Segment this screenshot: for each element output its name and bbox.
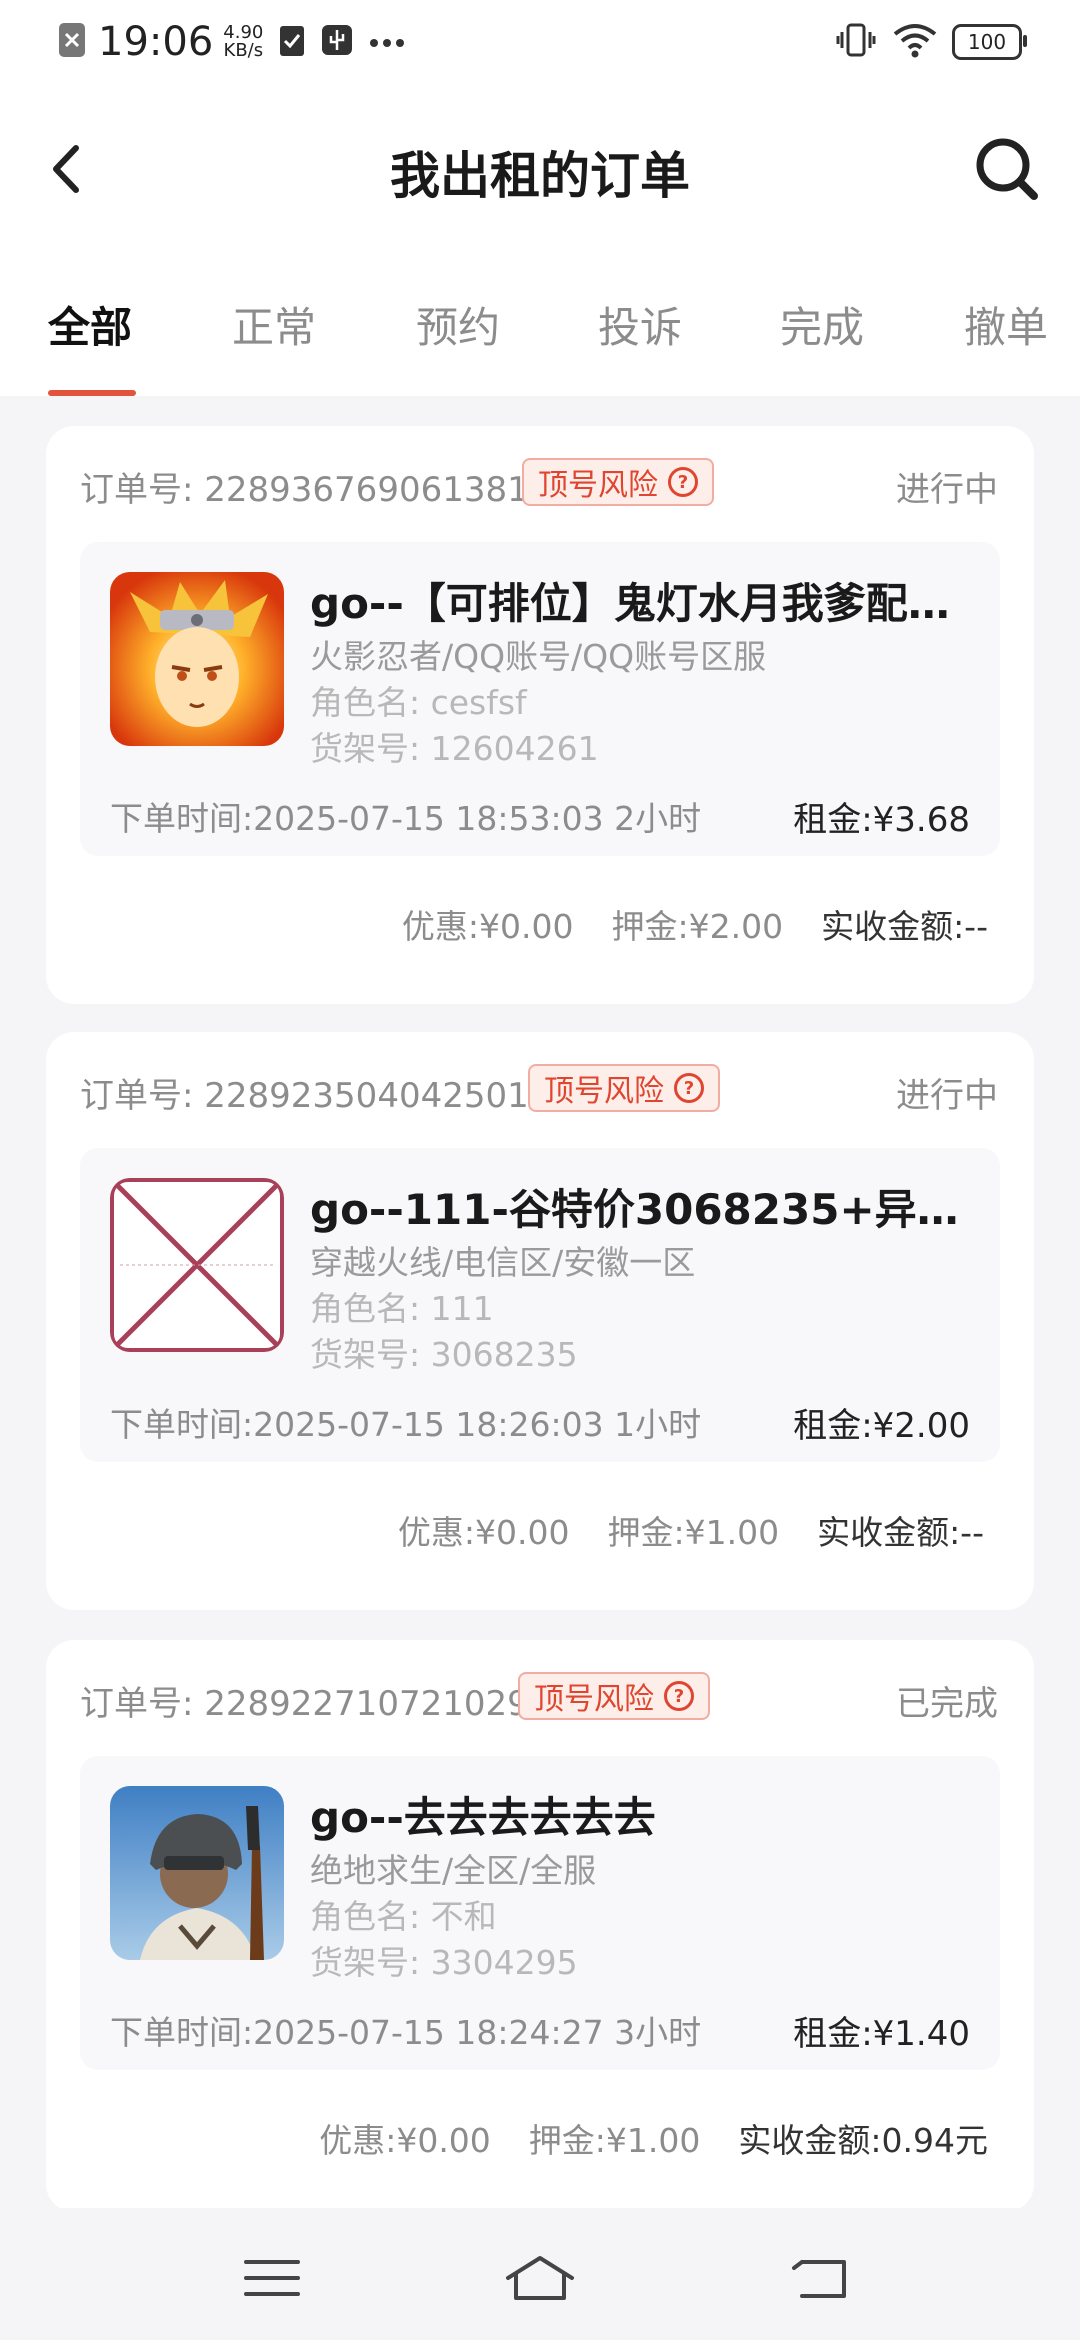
rent-amount: 租金:¥3.68 bbox=[793, 800, 970, 840]
order-time: 下单时间:2025-07-15 18:26:03 1小时 bbox=[110, 1405, 702, 1444]
discount-amount: 优惠:¥0.00 bbox=[397, 1513, 570, 1552]
deposit-amount: 押金:¥1.00 bbox=[528, 2121, 701, 2160]
active-tab-indicator bbox=[48, 390, 136, 396]
menu-lines-icon bbox=[244, 2260, 300, 2296]
tab-cancelled[interactable]: 撤单 bbox=[964, 294, 1048, 355]
status-bar-left: 19:06 4.90 KB/s bbox=[58, 18, 405, 66]
shelf-number: 货架号: 12604261 bbox=[310, 729, 599, 768]
order-number: 订单号: 228922710721029 bbox=[80, 1684, 529, 1724]
pubg-soldier-icon bbox=[110, 1786, 284, 1960]
order-item-panel[interactable]: go--111-谷特价3068235+异常… 穿越火线/电信区/安徽一区 角色名… bbox=[80, 1148, 1000, 1462]
back-nav-button[interactable] bbox=[784, 2248, 864, 2308]
fee-summary: 优惠:¥0.00 押金:¥1.00 实收金额:0.94元 bbox=[319, 2114, 988, 2162]
help-icon: ? bbox=[664, 1681, 694, 1711]
broken-image-icon bbox=[110, 1178, 284, 1352]
item-title: go--111-谷特价3068235+异常… bbox=[310, 1185, 980, 1234]
order-time: 下单时间:2025-07-15 18:24:27 3小时 bbox=[110, 2013, 702, 2052]
received-amount: 实收金额:0.94元 bbox=[738, 2121, 988, 2160]
game-server-info: 绝地求生/全区/全服 bbox=[310, 1851, 597, 1890]
shelf-number: 货架号: 3304295 bbox=[310, 1943, 578, 1982]
discount-amount: 优惠:¥0.00 bbox=[319, 2121, 491, 2160]
tab-completed[interactable]: 完成 bbox=[780, 294, 864, 355]
account-risk-badge[interactable]: 顶号风险 ? bbox=[518, 1672, 710, 1720]
order-card[interactable]: 订单号: 228936769061381 顶号风险 ? 进行中 go--【可排位… bbox=[46, 426, 1034, 1004]
home-icon bbox=[506, 2256, 574, 2300]
tab-normal[interactable]: 正常 bbox=[232, 294, 316, 355]
help-icon: ? bbox=[668, 467, 698, 497]
usb-debug-icon bbox=[321, 24, 353, 60]
item-title: go--去去去去去去 bbox=[310, 1793, 656, 1842]
deposit-amount: 押金:¥1.00 bbox=[607, 1513, 780, 1552]
shelf-number: 货架号: 3068235 bbox=[310, 1335, 578, 1374]
character-name: 角色名: 111 bbox=[310, 1289, 494, 1328]
recent-apps-button[interactable] bbox=[232, 2248, 312, 2308]
order-item-panel[interactable]: go--【可排位】鬼灯水月我爹配… 火影忍者/QQ账号/QQ账号区服 角色名: … bbox=[80, 542, 1000, 856]
order-status: 进行中 bbox=[896, 1076, 998, 1116]
game-server-info: 穿越火线/电信区/安徽一区 bbox=[310, 1243, 696, 1282]
account-risk-badge[interactable]: 顶号风险 ? bbox=[528, 1064, 720, 1112]
account-risk-badge[interactable]: 顶号风险 ? bbox=[522, 458, 714, 506]
character-name: 角色名: cesfsf bbox=[310, 683, 527, 722]
status-bar-right: 100 bbox=[836, 18, 1027, 66]
clock: 19:06 bbox=[98, 19, 214, 65]
received-amount: 实收金额:-- bbox=[817, 1513, 984, 1552]
deposit-amount: 押金:¥2.00 bbox=[611, 907, 784, 946]
fee-summary: 优惠:¥0.00 押金:¥1.00 实收金额:-- bbox=[398, 1506, 984, 1554]
top-app-bar: 我出租的订单 bbox=[0, 84, 1080, 254]
network-speed: 4.90 KB/s bbox=[223, 24, 263, 60]
badge-label: 顶号风险 bbox=[538, 468, 658, 503]
battery-level: 100 bbox=[967, 30, 1007, 54]
order-status: 已完成 bbox=[896, 1684, 998, 1724]
order-number: 订单号: 228923504042501 bbox=[80, 1076, 529, 1116]
received-amount: 实收金额:-- bbox=[821, 907, 988, 946]
return-arrow-icon bbox=[792, 2260, 846, 2298]
order-filter-tabs: 全部 正常 预约 投诉 完成 撤单 bbox=[0, 254, 1080, 396]
naruto-game-icon bbox=[110, 572, 284, 746]
order-time: 下单时间:2025-07-15 18:53:03 2小时 bbox=[110, 799, 702, 838]
rent-amount: 租金:¥1.40 bbox=[793, 2014, 970, 2054]
tab-reservation[interactable]: 预约 bbox=[416, 294, 500, 355]
page-title: 我出租的订单 bbox=[390, 147, 690, 205]
help-icon: ? bbox=[674, 1073, 704, 1103]
fee-summary: 优惠:¥0.00 押金:¥2.00 实收金额:-- bbox=[402, 900, 988, 948]
search-icon bbox=[976, 138, 1038, 200]
tab-complaint[interactable]: 投诉 bbox=[598, 294, 682, 355]
check-clipboard-icon bbox=[279, 23, 305, 61]
order-number: 订单号: 228936769061381 bbox=[80, 470, 529, 510]
badge-label: 顶号风险 bbox=[544, 1074, 664, 1109]
game-server-info: 火影忍者/QQ账号/QQ账号区服 bbox=[310, 637, 767, 676]
order-card[interactable]: 订单号: 228923504042501 顶号风险 ? 进行中 go--111-… bbox=[46, 1032, 1034, 1610]
item-title: go--【可排位】鬼灯水月我爹配… bbox=[310, 579, 950, 628]
status-bar: 19:06 4.90 KB/s 100 bbox=[0, 0, 1080, 84]
order-item-panel[interactable]: go--去去去去去去 绝地求生/全区/全服 角色名: 不和 货架号: 33042… bbox=[80, 1756, 1000, 2070]
discount-amount: 优惠:¥0.00 bbox=[401, 907, 574, 946]
network-speed-unit: KB/s bbox=[223, 40, 264, 61]
tab-all[interactable]: 全部 bbox=[48, 294, 132, 355]
more-dots-icon bbox=[369, 33, 405, 52]
vibrate-icon bbox=[836, 22, 876, 62]
notification-x-icon bbox=[58, 22, 86, 62]
rent-amount: 租金:¥2.00 bbox=[793, 1406, 970, 1446]
search-button[interactable] bbox=[972, 134, 1042, 204]
system-nav-bar bbox=[0, 2208, 1080, 2340]
battery-indicator: 100 bbox=[952, 24, 1027, 60]
order-status: 进行中 bbox=[896, 470, 998, 510]
home-button[interactable] bbox=[500, 2248, 580, 2308]
order-card[interactable]: 订单号: 228922710721029 顶号风险 ? 已完成 go--去去去去… bbox=[46, 1640, 1034, 2212]
wifi-icon bbox=[892, 22, 938, 62]
badge-label: 顶号风险 bbox=[534, 1682, 654, 1717]
character-name: 角色名: 不和 bbox=[310, 1897, 497, 1936]
